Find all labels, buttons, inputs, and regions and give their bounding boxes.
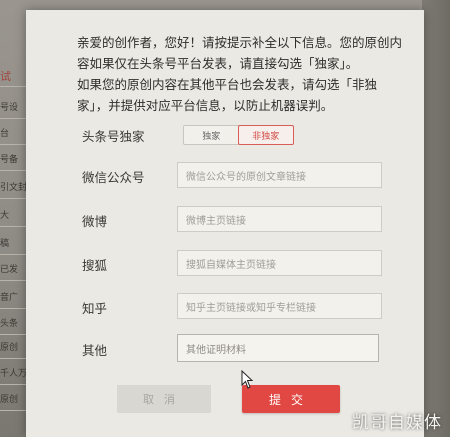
- other-proof-input[interactable]: 其他证明材料: [177, 334, 379, 362]
- background-right-edge: [422, 0, 450, 437]
- exclusive-option[interactable]: 独家: [184, 126, 239, 144]
- original-info-modal: 亲爱的创作者，您好！请按提示补全以下信息。您的原创内 容如果仅在头条号平台发表，…: [26, 10, 424, 437]
- non-exclusive-option[interactable]: 非独家: [237, 125, 294, 145]
- intro-text: 亲爱的创作者，您好！请按提示补全以下信息。您的原创内 容如果仅在头条号平台发表，…: [77, 32, 407, 116]
- wechat-label: 微信公众号: [82, 170, 145, 185]
- other-label: 其他: [82, 343, 108, 358]
- exclusive-toggle: 独家 非独家: [183, 125, 294, 145]
- zhihu-label: 知乎: [82, 301, 108, 316]
- wechat-link-input[interactable]: 微信公众号的原创文章链接: [177, 162, 382, 188]
- zhihu-link-input[interactable]: 知乎主页链接或知乎专栏链接: [177, 293, 382, 319]
- intro-line: 如果您的原创内容在其他平台也会发表，请勾选「非独: [77, 77, 378, 92]
- watermark: 凯哥自媒体: [352, 413, 442, 433]
- intro-line: 亲爱的创作者，您好！请按提示补全以下信息。您的原创内: [77, 35, 403, 50]
- cancel-button[interactable]: 取消: [117, 385, 211, 413]
- weibo-label: 微博: [82, 214, 108, 229]
- intro-line: 家」，并提供对应平台信息，以防止机器误判。: [77, 98, 334, 113]
- intro-line: 容如果仅在头条号平台发表，请直接勾选「独家」。: [77, 56, 359, 71]
- weibo-link-input[interactable]: 微博主页链接: [177, 206, 382, 232]
- mouse-cursor-icon: [241, 370, 254, 389]
- sohu-label: 搜狐: [82, 258, 108, 273]
- submit-button[interactable]: 提交: [242, 385, 340, 413]
- exclusive-label: 头条号独家: [82, 129, 145, 144]
- sohu-link-input[interactable]: 搜狐自媒体主页链接: [177, 250, 382, 276]
